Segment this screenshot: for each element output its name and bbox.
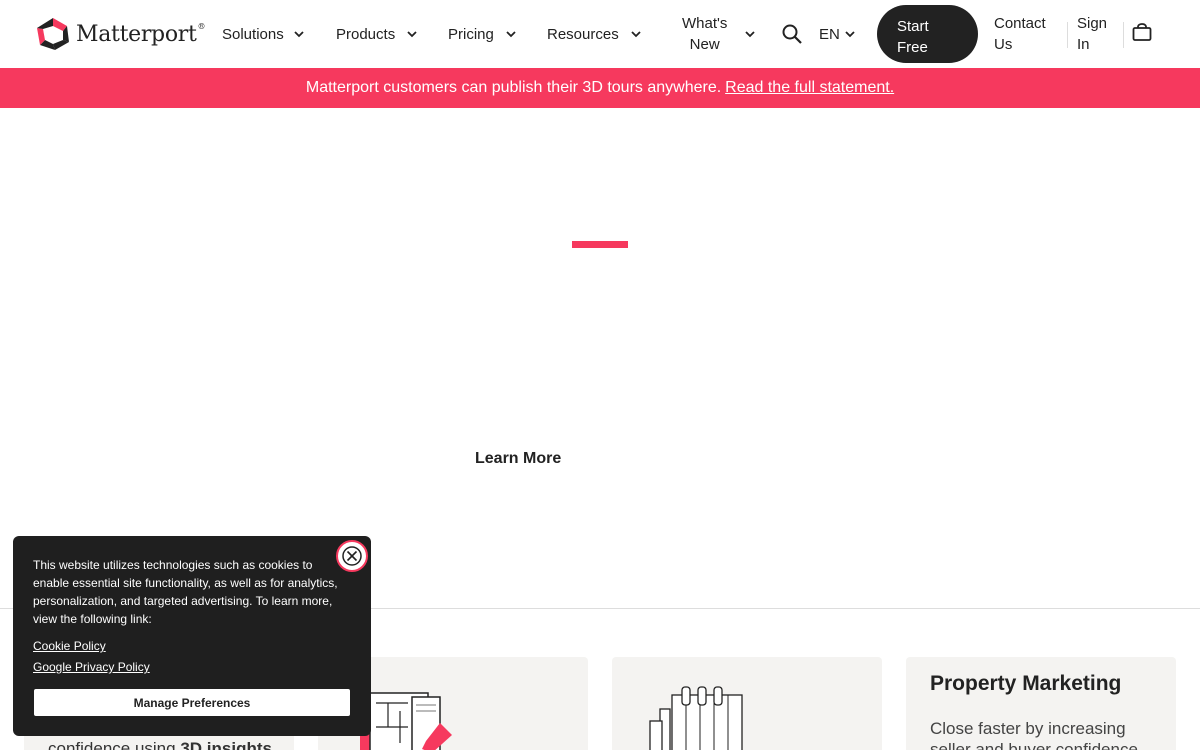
nav-solutions[interactable]: Solutions	[222, 0, 304, 68]
site-header: Matterport® Solutions Products Pricing R…	[0, 0, 1200, 68]
nav-resources[interactable]: Resources	[547, 0, 641, 68]
accent-bar	[572, 241, 628, 248]
nav-whats-new-label: What's New	[682, 15, 728, 53]
manage-preferences-button[interactable]: Manage Preferences	[34, 689, 350, 716]
language-selector[interactable]: EN	[819, 0, 855, 68]
language-label: EN	[819, 25, 840, 43]
nav-products[interactable]: Products	[336, 0, 417, 68]
cookie-policy-link[interactable]: Cookie Policy	[33, 639, 106, 653]
chevron-down-icon	[845, 30, 855, 38]
cookie-consent-popup: This website utilizes technologies such …	[13, 536, 371, 736]
announcement-banner: Matterport customers can publish their 3…	[0, 68, 1200, 108]
sign-in-link[interactable]: Sign In	[1077, 13, 1107, 55]
card-body: Close faster by increasing seller and bu…	[930, 719, 1143, 750]
nav-resources-label: Resources	[547, 25, 619, 43]
nav-solutions-label: Solutions	[222, 25, 284, 43]
nav-whats-new[interactable]: What's New	[682, 0, 756, 68]
matterport-logo[interactable]: Matterport®	[36, 17, 206, 51]
solution-card[interactable]: Property Marketing Close faster by incre…	[906, 657, 1176, 750]
logo-wordmark: Matterport®	[76, 21, 206, 47]
cart-icon[interactable]	[1131, 22, 1153, 44]
chevron-down-icon	[506, 30, 516, 38]
nav-pricing-label: Pricing	[448, 25, 494, 43]
search-icon[interactable]	[781, 23, 803, 45]
matterport-logo-icon	[37, 18, 69, 50]
header-divider	[1067, 22, 1068, 48]
google-privacy-policy-link[interactable]: Google Privacy Policy	[33, 660, 150, 674]
banner-text: Matterport customers can publish their 3…	[305, 79, 722, 96]
cookie-notice-text: This website utilizes technologies such …	[33, 558, 338, 626]
banner-link[interactable]: Read the full statement.	[725, 79, 894, 97]
chevron-down-icon	[407, 30, 417, 38]
solution-card[interactable]	[612, 657, 882, 750]
nav-products-label: Products	[336, 25, 396, 43]
card-title: Property Marketing	[930, 672, 1122, 695]
learn-more-link[interactable]: Learn More	[475, 450, 561, 468]
start-free-button[interactable]: Start Free	[877, 5, 978, 63]
card-body: confidence using 3D insights	[48, 739, 272, 750]
chevron-down-icon	[631, 30, 641, 38]
chevron-down-icon	[745, 30, 756, 38]
chevron-down-icon	[294, 30, 304, 38]
building-illustration	[649, 686, 743, 750]
header-divider	[1123, 22, 1124, 48]
nav-pricing[interactable]: Pricing	[448, 0, 516, 68]
contact-us-link[interactable]: Contact Us	[994, 13, 1046, 55]
